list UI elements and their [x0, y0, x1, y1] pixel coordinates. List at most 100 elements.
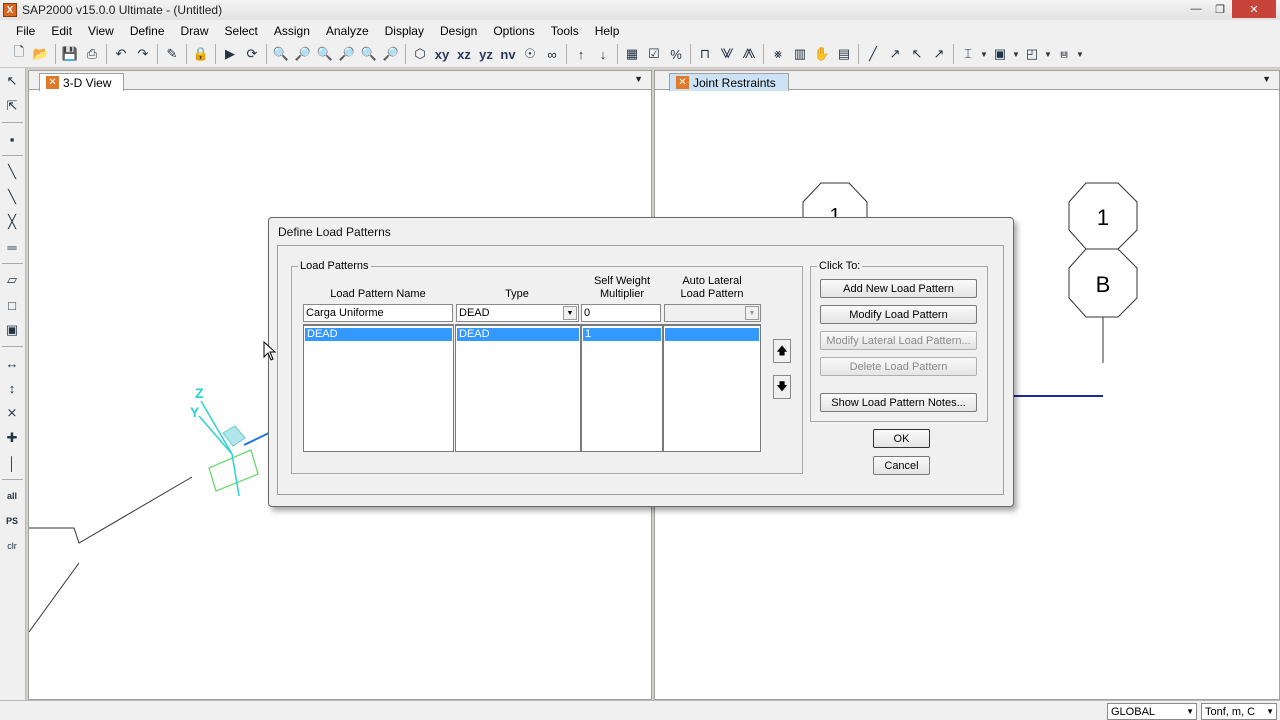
draw-link-icon[interactable]: ⨯: [0, 401, 24, 425]
print-icon[interactable]: ⎙: [81, 43, 103, 65]
concrete-icon[interactable]: ↗: [928, 43, 950, 65]
hand-icon[interactable]: ✋: [811, 43, 833, 65]
pan-icon[interactable]: 🔎: [380, 43, 402, 65]
menu-view[interactable]: View: [80, 24, 122, 38]
chart-icon[interactable]: ☑: [643, 43, 665, 65]
move-down-button[interactable]: 🡇: [773, 375, 791, 399]
menu-options[interactable]: Options: [485, 24, 542, 38]
cancel-button[interactable]: Cancel: [873, 456, 930, 475]
pencil-icon[interactable]: ✎: [161, 43, 183, 65]
zoom-prev-icon[interactable]: 🔎: [336, 43, 358, 65]
ok-button[interactable]: OK: [873, 429, 930, 448]
menu-help[interactable]: Help: [587, 24, 628, 38]
tab-3d-view[interactable]: ✕ 3-D View: [39, 73, 125, 91]
units-select[interactable]: Tonf, m, C ▼: [1201, 703, 1277, 720]
draw-frame-icon[interactable]: ╲: [0, 160, 24, 184]
clear-selection-icon[interactable]: clr: [0, 534, 24, 558]
draw-rect-area-icon[interactable]: □: [0, 293, 24, 317]
list-column-type[interactable]: DEAD: [455, 324, 581, 452]
view-xy-button[interactable]: xy: [431, 43, 453, 65]
zoom-all-icon[interactable]: 🔍: [314, 43, 336, 65]
modify-lateral-load-pattern-button[interactable]: Modify Lateral Load Pattern...: [820, 331, 977, 350]
perspective-icon[interactable]: ∞: [541, 43, 563, 65]
frame-icon[interactable]: ⊓: [694, 43, 716, 65]
quick-braces-icon[interactable]: ╳: [0, 210, 24, 234]
select-all-icon[interactable]: all: [0, 484, 24, 508]
quick-draw-frame-icon[interactable]: ╲: [0, 185, 24, 209]
redo-icon[interactable]: ↷: [132, 43, 154, 65]
tab-joint-restraints[interactable]: ✕ Joint Restraints: [669, 73, 789, 91]
refresh-icon[interactable]: ⟳: [241, 43, 263, 65]
steel-icon[interactable]: ↖: [906, 43, 928, 65]
pane-dropdown-icon[interactable]: ▼: [1262, 74, 1271, 84]
modify-load-pattern-button[interactable]: Modify Load Pattern: [820, 305, 977, 324]
pane-dropdown-icon[interactable]: ▼: [634, 74, 643, 84]
menu-display[interactable]: Display: [377, 24, 432, 38]
quick-secondary-icon[interactable]: ═: [0, 235, 24, 259]
draw-joint-icon[interactable]: ▪: [0, 127, 24, 151]
rubber-band-icon[interactable]: ☉: [519, 43, 541, 65]
run-icon[interactable]: ▶: [219, 43, 241, 65]
menu-define[interactable]: Define: [122, 24, 173, 38]
shell-dropdown-icon[interactable]: ▼: [1043, 43, 1053, 65]
function-icon[interactable]: ╱: [862, 43, 884, 65]
draw-solid-icon[interactable]: │: [0, 451, 24, 475]
quick-draw-area-icon[interactable]: ▣: [0, 318, 24, 342]
table-row[interactable]: DEAD: [305, 328, 452, 341]
show-load-pattern-notes-button[interactable]: Show Load Pattern Notes...: [820, 393, 977, 412]
shell-icon[interactable]: ◰: [1021, 43, 1043, 65]
special-joint-icon[interactable]: ↕: [0, 376, 24, 400]
forces-icon[interactable]: ▥: [789, 43, 811, 65]
delete-load-pattern-button[interactable]: Delete Load Pattern: [820, 357, 977, 376]
menu-tools[interactable]: Tools: [543, 24, 587, 38]
list-column-multiplier[interactable]: 1: [581, 324, 663, 452]
zoom-in-icon[interactable]: 🔎: [292, 43, 314, 65]
menu-select[interactable]: Select: [217, 24, 266, 38]
deformed-shape-icon[interactable]: ⨳: [767, 43, 789, 65]
view-yz-button[interactable]: yz: [475, 43, 497, 65]
move-down-icon[interactable]: ↓: [592, 43, 614, 65]
coordinate-system-select[interactable]: GLOBAL ▼: [1107, 703, 1197, 720]
open-folder-icon[interactable]: 📂: [30, 43, 52, 65]
percent-icon[interactable]: %: [665, 43, 687, 65]
display-dropdown-icon[interactable]: ▼: [1011, 43, 1021, 65]
lock-icon[interactable]: 🔒: [190, 43, 212, 65]
close-icon[interactable]: ✕: [1232, 0, 1276, 18]
reshape-icon[interactable]: ⇱: [0, 94, 24, 118]
move-up-button[interactable]: 🡅: [773, 339, 791, 363]
menu-assign[interactable]: Assign: [266, 24, 318, 38]
self-weight-multiplier-input[interactable]: 0: [581, 304, 661, 322]
load-pattern-name-input[interactable]: Carga Uniforme: [303, 304, 453, 322]
3d-view-icon[interactable]: ⬡: [409, 43, 431, 65]
pointer-icon[interactable]: ↖: [0, 69, 24, 93]
table-row[interactable]: 1: [583, 328, 661, 341]
menu-edit[interactable]: Edit: [43, 24, 80, 38]
view-xz-button[interactable]: xz: [453, 43, 475, 65]
display-options-icon[interactable]: ▣: [989, 43, 1011, 65]
grid-icon[interactable]: ▦: [621, 43, 643, 65]
design-icon[interactable]: ↗: [884, 43, 906, 65]
table-row[interactable]: DEAD: [457, 328, 579, 341]
add-new-load-pattern-button[interactable]: Add New Load Pattern: [820, 279, 977, 298]
load-type-select[interactable]: DEAD ▼: [456, 304, 579, 322]
section-icon[interactable]: ⌶: [957, 43, 979, 65]
save-icon[interactable]: 💾: [59, 43, 81, 65]
zoom-window-icon[interactable]: 🔍: [270, 43, 292, 65]
section-cut-icon[interactable]: ↔: [0, 351, 24, 375]
list-column-name[interactable]: DEAD: [303, 324, 454, 452]
restore-icon[interactable]: ❐: [1206, 0, 1234, 18]
list-column-auto-lateral[interactable]: [663, 324, 761, 452]
section-dropdown-icon[interactable]: ▼: [979, 43, 989, 65]
spring-icon[interactable]: ⩏: [1053, 43, 1075, 65]
menu-file[interactable]: File: [8, 24, 43, 38]
undo-icon[interactable]: ↶: [110, 43, 132, 65]
move-up-icon[interactable]: ↑: [570, 43, 592, 65]
menu-draw[interactable]: Draw: [173, 24, 217, 38]
spring-dropdown-icon[interactable]: ▼: [1075, 43, 1085, 65]
new-file-icon[interactable]: 🗋: [8, 43, 30, 65]
menu-design[interactable]: Design: [432, 24, 485, 38]
draw-tendon-icon[interactable]: ✚: [0, 426, 24, 450]
truss-icon[interactable]: ⨈: [716, 43, 738, 65]
link-icon[interactable]: ⨇: [738, 43, 760, 65]
view-nv-button[interactable]: nv: [497, 43, 519, 65]
